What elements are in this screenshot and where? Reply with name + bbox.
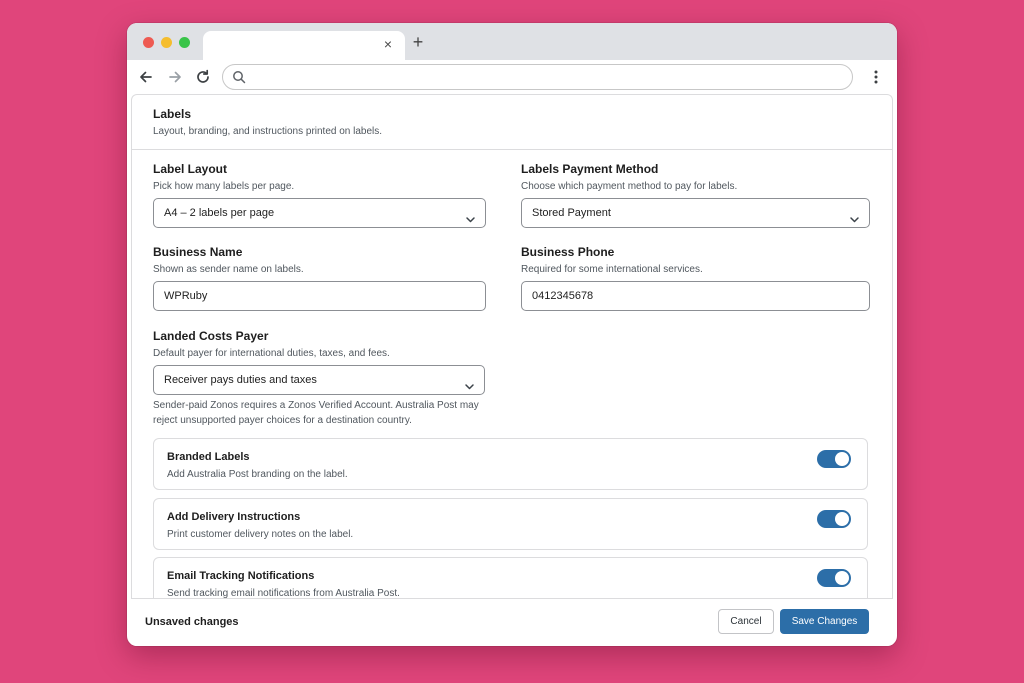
label-layout-label: Label Layout	[153, 162, 228, 176]
label-layout-help: Pick how many labels per page.	[153, 181, 295, 192]
toggle-description: Print customer delivery notes on the lab…	[167, 529, 354, 540]
tab-strip: × +	[127, 23, 897, 60]
minimize-window-button[interactable]	[161, 37, 172, 48]
landed-costs-label: Landed Costs Payer	[153, 329, 269, 343]
business-name-help: Shown as sender name on labels.	[153, 264, 304, 275]
chevron-down-icon	[465, 208, 476, 223]
business-name-label: Business Name	[153, 245, 243, 259]
landed-costs-help: Default payer for international duties, …	[153, 348, 390, 359]
tab-close-icon[interactable]: ×	[381, 37, 395, 51]
chevron-down-icon	[464, 375, 475, 390]
toggle-knob	[835, 452, 849, 466]
browser-toolbar	[127, 60, 897, 94]
cancel-button[interactable]: Cancel	[718, 609, 774, 634]
label-layout-select[interactable]: A4 – 2 labels per page	[153, 198, 486, 228]
save-bar: Unsaved changes Cancel Save Changes	[131, 598, 893, 646]
address-bar[interactable]	[222, 64, 853, 90]
browser-tab[interactable]: ×	[203, 31, 405, 60]
business-name-input[interactable]: WPRuby	[153, 281, 486, 311]
delivery-instructions-toggle[interactable]	[817, 510, 851, 528]
business-phone-help: Required for some international services…	[521, 264, 703, 275]
landed-costs-value: Receiver pays duties and taxes	[164, 374, 317, 386]
toggle-title: Branded Labels	[167, 451, 250, 463]
back-arrow-icon[interactable]	[136, 67, 156, 87]
branded-labels-card: Branded Labels Add Australia Post brandi…	[153, 438, 868, 490]
close-window-button[interactable]	[143, 37, 154, 48]
toggle-knob	[835, 571, 849, 585]
branded-labels-toggle[interactable]	[817, 450, 851, 468]
menu-kebab-icon[interactable]	[867, 68, 885, 86]
save-changes-button[interactable]: Save Changes	[780, 609, 869, 634]
payment-method-help: Choose which payment method to pay for l…	[521, 181, 738, 192]
toggle-title: Add Delivery Instructions	[167, 511, 301, 523]
toggle-knob	[835, 512, 849, 526]
toggle-description: Add Australia Post branding on the label…	[167, 469, 348, 480]
forward-arrow-icon[interactable]	[165, 67, 185, 87]
toggle-title: Email Tracking Notifications	[167, 570, 315, 582]
business-phone-input[interactable]: 0412345678	[521, 281, 870, 311]
landed-costs-note: Sender-paid Zonos requires a Zonos Verif…	[153, 400, 479, 426]
email-tracking-card: Email Tracking Notifications Send tracki…	[153, 557, 868, 600]
chevron-down-icon	[849, 208, 860, 223]
label-layout-value: A4 – 2 labels per page	[164, 207, 275, 219]
section-title: Labels	[153, 107, 192, 121]
settings-panel: Labels Layout, branding, and instruction…	[131, 94, 893, 600]
reload-icon[interactable]	[193, 67, 213, 87]
browser-window: × + Labels Layout, branding, and instruc…	[127, 23, 897, 646]
payment-method-label: Labels Payment Method	[521, 162, 659, 176]
payment-method-value: Stored Payment	[532, 207, 611, 219]
search-icon	[232, 70, 246, 84]
section-header: Labels Layout, branding, and instruction…	[132, 95, 892, 150]
payment-method-select[interactable]: Stored Payment	[521, 198, 870, 228]
maximize-window-button[interactable]	[179, 37, 190, 48]
email-tracking-toggle[interactable]	[817, 569, 851, 587]
section-description: Layout, branding, and instructions print…	[153, 126, 383, 137]
new-tab-button[interactable]: +	[409, 33, 427, 51]
business-phone-label: Business Phone	[521, 245, 615, 259]
landed-costs-select[interactable]: Receiver pays duties and taxes	[153, 365, 485, 395]
unsaved-status: Unsaved changes	[145, 616, 239, 628]
delivery-instructions-card: Add Delivery Instructions Print customer…	[153, 498, 868, 550]
